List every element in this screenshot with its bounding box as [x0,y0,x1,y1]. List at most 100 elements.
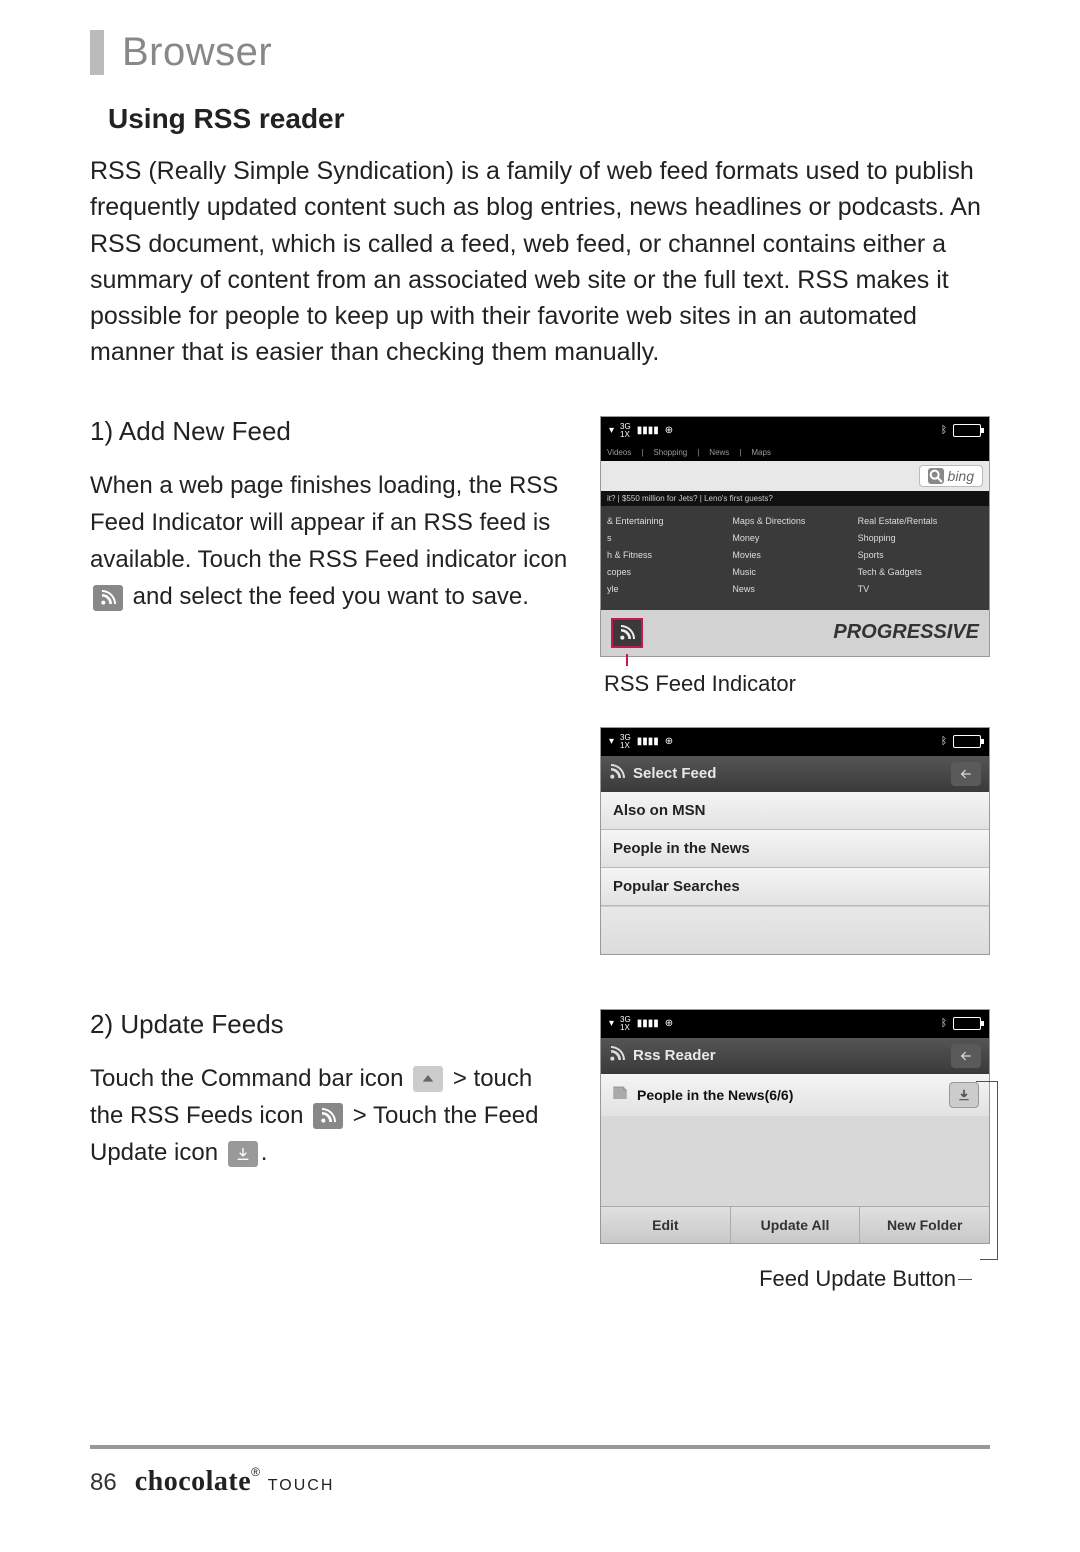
update-all-button[interactable]: Update All [731,1207,861,1243]
cat-link[interactable]: Movies [732,550,857,560]
rss-icon [313,1103,343,1129]
tab-news[interactable]: News [709,448,729,457]
category-grid: & Entertaining s h & Fitness copes yle M… [601,506,989,610]
network-icon: 3G1X [620,1016,631,1032]
cat-link[interactable]: Tech & Gadgets [858,567,983,577]
cat-link[interactable]: yle [607,584,732,594]
cat-link[interactable]: Shopping [858,533,983,543]
search-engine-label: bing [948,468,974,484]
feed-update-callout: Feed Update Button [600,1266,990,1292]
step2-text: Touch the Command bar icon > touch the R… [90,1060,570,1172]
cat-link[interactable]: s [607,533,732,543]
cat-link[interactable]: Maps & Directions [732,516,857,526]
step1-text: When a web page finishes loading, the RS… [90,467,570,616]
cat-link[interactable]: News [732,584,857,594]
cat-link[interactable]: h & Fitness [607,550,732,560]
cat-link[interactable]: copes [607,567,732,577]
cat-link[interactable]: TV [858,584,983,594]
battery-icon [953,1017,981,1030]
bars-icon: ▮▮▮▮ [637,736,659,747]
step2-text-a: Touch the Command bar icon [90,1065,404,1092]
rss-feed-indicator[interactable] [611,618,643,648]
search-row: bing [601,461,989,491]
screenshot1-caption: RSS Feed Indicator [604,671,990,697]
brand-main: chocolate [135,1466,251,1497]
step2-title: 2) Update Feeds [90,1009,570,1040]
section-header: Browser [90,30,990,75]
callout-line [626,654,628,666]
reader-body [601,1116,989,1206]
tab-videos[interactable]: Videos [607,448,631,457]
cat-link[interactable]: Music [732,567,857,577]
signal-icon: ▾ [609,425,614,436]
network-icon: 3G1X [620,423,631,439]
cat-link[interactable]: Money [732,533,857,543]
page-footer: 86 chocolate® TOUCH [90,1445,990,1498]
subsection-title: Using RSS reader [108,103,990,135]
search-icon [928,468,944,484]
new-folder-button[interactable]: New Folder [860,1207,989,1243]
separator: > [453,1065,467,1092]
back-button[interactable] [951,762,981,786]
list-item[interactable]: Popular Searches [601,868,989,906]
separator: > Touch [353,1102,437,1129]
rss-reader-title: Rss Reader [633,1047,716,1064]
feed-update-button[interactable] [949,1082,979,1108]
edit-button[interactable]: Edit [601,1207,731,1243]
bluetooth-icon: ᛒ [941,1018,947,1029]
ad-progressive: PROGRESSIVE [833,621,979,644]
browser-tabs: Videos | Shopping | News | Maps [601,445,989,461]
cat-link[interactable]: & Entertaining [607,516,732,526]
cat-link[interactable]: Real Estate/Rentals [858,516,983,526]
brand-sub: TOUCH [268,1477,335,1494]
callout-line [997,1081,998,1259]
tab-shopping[interactable]: Shopping [653,448,687,457]
browser-bottom-bar: PROGRESSIVE [601,610,989,656]
list-item[interactable]: Also on MSN [601,792,989,830]
tab-maps[interactable]: Maps [751,448,771,457]
back-button[interactable] [951,1044,981,1068]
screenshot-select-feed: ▾ 3G1X ▮▮▮▮ ⊕ ᛒ Select Feed [600,727,990,955]
reader-bottom-bar: Edit Update All New Folder [601,1206,989,1243]
status-bar: ▾ 3G1X ▮▮▮▮ ⊕ ᛒ [601,728,989,756]
battery-icon [953,424,981,437]
rss-icon [609,764,625,784]
bluetooth-icon: ᛒ [941,425,947,436]
list-item[interactable]: People in the News [601,830,989,868]
rss-icon [93,585,123,611]
download-icon [228,1141,258,1167]
target-icon: ⊕ [665,1018,673,1029]
signal-icon: ▾ [609,1018,614,1029]
period: . [261,1139,268,1166]
search-engine-badge[interactable]: bing [919,465,983,487]
step1-title: 1) Add New Feed [90,416,570,447]
registered-icon: ® [251,1465,260,1479]
news-ticker: it? | $550 million for Jets? | Leno's fi… [601,491,989,506]
callout-line [980,1259,998,1260]
cat-link[interactable]: Sports [858,550,983,560]
brand: chocolate® TOUCH [135,1465,335,1498]
command-bar-icon [413,1066,443,1092]
target-icon: ⊕ [665,425,673,436]
bars-icon: ▮▮▮▮ [637,425,659,436]
intro-paragraph: RSS (Really Simple Syndication) is a fam… [90,153,990,371]
section-title: Browser [122,30,990,75]
feed-list: Also on MSN People in the News Popular S… [601,792,989,954]
screenshot-rss-reader: ▾ 3G1X ▮▮▮▮ ⊕ ᛒ Rss Reader [600,1009,990,1244]
rss-icon [609,1046,625,1066]
select-feed-titlebar: Select Feed [601,756,989,792]
page-number: 86 [90,1469,117,1497]
bars-icon: ▮▮▮▮ [637,1018,659,1029]
signal-icon: ▾ [609,736,614,747]
empty-row [601,906,989,954]
status-bar: ▾ 3G1X ▮▮▮▮ ⊕ ᛒ [601,417,989,445]
feed-item-row[interactable]: People in the News(6/6) [601,1074,989,1116]
feed-icon [611,1084,629,1105]
select-feed-title: Select Feed [633,765,716,782]
target-icon: ⊕ [665,736,673,747]
feed-item-label: People in the News(6/6) [637,1087,793,1103]
rss-reader-titlebar: Rss Reader [601,1038,989,1074]
battery-icon [953,735,981,748]
step1-text-b: and select the feed you want to save. [133,583,529,610]
step1-text-a: When a web page finishes loading, the RS… [90,472,567,573]
